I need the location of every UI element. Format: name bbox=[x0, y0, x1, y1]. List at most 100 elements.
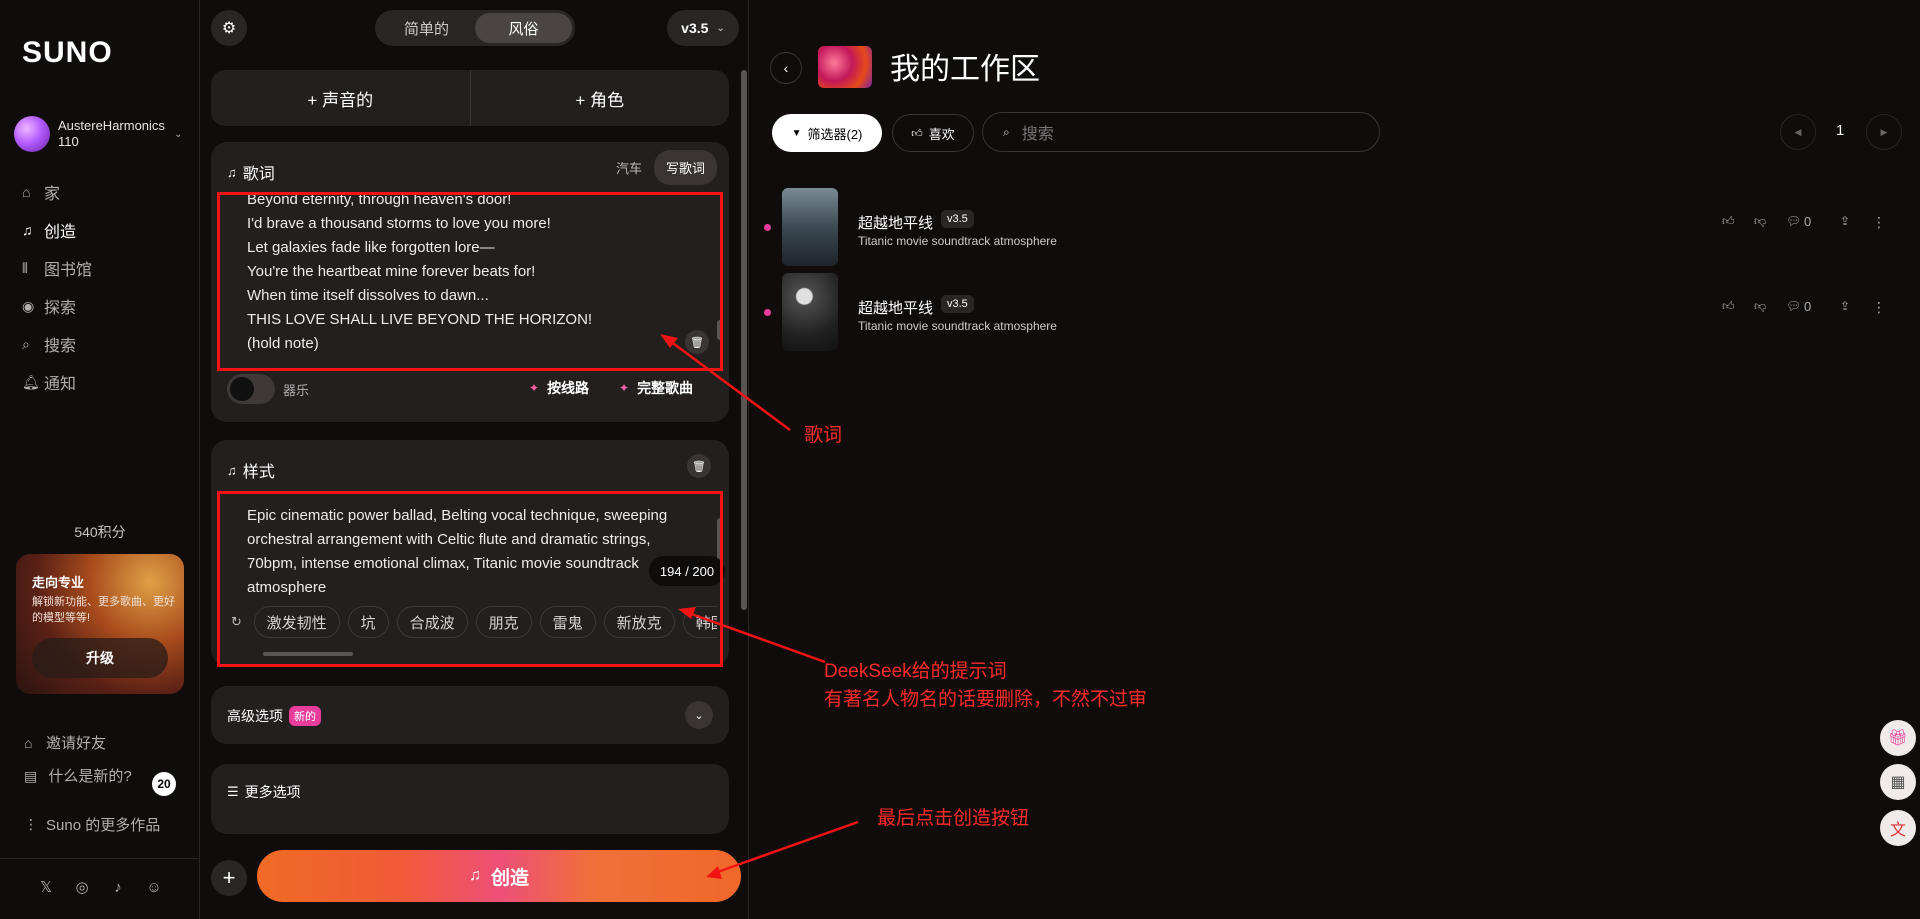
upgrade-button[interactable]: 升级 bbox=[32, 638, 168, 678]
thumbs-down-icon[interactable]: 👎︎ bbox=[1754, 299, 1766, 314]
x-icon[interactable]: 𝕏 bbox=[36, 878, 56, 898]
nav-explore[interactable]: ◉ 探索 bbox=[22, 290, 182, 322]
filter-button[interactable]: ▼ 筛选器(2) bbox=[772, 114, 882, 152]
nav-label: 创造 bbox=[44, 224, 77, 241]
divider bbox=[0, 858, 200, 859]
nav-label: 通知 bbox=[44, 376, 77, 393]
tab-auto[interactable]: 汽车 bbox=[616, 158, 642, 177]
lyrics-title: ♫ 歌词 bbox=[227, 160, 275, 184]
advanced-label: 高级选项 bbox=[227, 708, 283, 724]
credits: 540积分 bbox=[74, 524, 126, 540]
pro-desc: 解锁新功能、更多歌曲、更好的模型等等! bbox=[32, 596, 175, 624]
whats-new-label: 什么是新的? bbox=[48, 767, 132, 785]
tab-simple[interactable]: 简单的 bbox=[378, 13, 475, 43]
like-filter-button[interactable]: 👍︎ 喜欢 bbox=[892, 114, 974, 152]
comment-icon[interactable]: 💬︎ bbox=[1786, 299, 1801, 313]
nav-search[interactable]: ⌕ 搜索 bbox=[22, 328, 182, 360]
create-panel: ⚙ 简单的 风俗 v3.5 ⌄ + 声音的 + 角色 ♫ 歌词 汽车 写歌词 Bey… bbox=[201, 0, 749, 919]
filter-label: 筛选器(2) bbox=[807, 126, 863, 142]
gift-icon: ⌂ bbox=[24, 734, 33, 751]
workspace-cover bbox=[818, 46, 872, 88]
thumbs-up-icon[interactable]: 👍︎ bbox=[1722, 214, 1735, 229]
apps-icon[interactable]: ▦ bbox=[1880, 764, 1916, 800]
compass-icon: ◉ bbox=[22, 297, 35, 314]
tiktok-icon[interactable]: ♪ bbox=[108, 878, 128, 898]
trash-icon[interactable]: 🗑︎ bbox=[687, 454, 711, 478]
music-note-icon: ♫ bbox=[468, 867, 481, 884]
add-persona-button[interactable]: + 角色 bbox=[471, 70, 730, 126]
panel-scrollbar[interactable] bbox=[741, 70, 747, 610]
nav-label: 搜索 bbox=[44, 338, 77, 355]
chevron-left-icon: ‹ bbox=[783, 60, 789, 76]
settings-button[interactable]: ⚙ bbox=[211, 10, 247, 46]
more-works[interactable]: ⋮ Suno 的更多作品 bbox=[24, 814, 184, 835]
add-audio-button[interactable]: + 声音的 bbox=[211, 70, 471, 126]
prev-page-button[interactable]: ◀ bbox=[1780, 114, 1816, 150]
instrumental-toggle[interactable] bbox=[227, 374, 275, 404]
avatar bbox=[14, 116, 50, 152]
add-row: + 声音的 + 角色 bbox=[211, 70, 729, 126]
advanced-options[interactable]: 高级选项 新的 ⌄ bbox=[211, 686, 729, 744]
song-row[interactable]: 超越地平线 v3.5 Titanic movie soundtrack atmo… bbox=[764, 273, 1904, 353]
song-cover[interactable] bbox=[782, 273, 838, 351]
song-cover[interactable] bbox=[782, 188, 838, 266]
more-vertical-icon[interactable]: ⋮ bbox=[1872, 299, 1886, 316]
nav-library[interactable]: ⫴ 图书馆 bbox=[22, 252, 182, 284]
comment-icon[interactable]: 💬︎ bbox=[1786, 214, 1801, 228]
more-vertical-icon[interactable]: ⋮ bbox=[1872, 214, 1886, 231]
more-options-label: 更多选项 bbox=[244, 784, 301, 800]
notification-count-badge: 20 bbox=[152, 772, 176, 796]
music-note-icon: ♫ bbox=[227, 462, 237, 478]
chevron-down-icon[interactable]: ⌄ bbox=[685, 701, 713, 729]
nav-create[interactable]: ♫ 创造 bbox=[22, 214, 182, 246]
next-page-button[interactable]: ▶ bbox=[1866, 114, 1902, 150]
whats-new[interactable]: ▤ 什么是新的? bbox=[24, 768, 144, 785]
search-field[interactable]: ⌕ 搜索 bbox=[982, 112, 1380, 152]
full-song-label: 完整歌曲 bbox=[637, 380, 694, 396]
annotation-lyrics: 歌词 bbox=[804, 425, 843, 446]
thumbs-up-icon[interactable]: 👍︎ bbox=[1722, 299, 1735, 314]
lyrics-icon: ♫ bbox=[227, 164, 237, 180]
pro-title: 走向专业 bbox=[32, 575, 85, 590]
suno-logo[interactable]: SUNO bbox=[22, 36, 113, 70]
plus-icon: + bbox=[222, 865, 236, 890]
invite-friends[interactable]: ⌂ 邀请好友 bbox=[24, 732, 184, 753]
more-options[interactable]: ☰ 更多选项 bbox=[211, 764, 729, 834]
style-highlight-box bbox=[217, 491, 723, 667]
search-icon: ⌕ bbox=[1003, 124, 1010, 139]
music-note-icon: ♫ bbox=[22, 222, 33, 238]
song-row[interactable]: 超越地平线 v3.5 Titanic movie soundtrack atmo… bbox=[764, 188, 1904, 268]
gift-icon[interactable]: 🎁︎ bbox=[1880, 720, 1916, 756]
back-button[interactable]: ‹ bbox=[770, 52, 802, 84]
discord-icon[interactable]: ☺ bbox=[144, 878, 164, 898]
thumbs-down-icon[interactable]: 👎︎ bbox=[1754, 214, 1766, 229]
version-select[interactable]: v3.5 ⌄ bbox=[667, 10, 739, 46]
style-title-label: 样式 bbox=[242, 464, 275, 481]
create-button[interactable]: ♫ 创造 bbox=[257, 850, 741, 902]
song-description: Titanic movie soundtrack atmosphere bbox=[858, 319, 1057, 333]
user-menu[interactable]: AustereHarmonics110 ⌄ bbox=[14, 114, 186, 154]
mode-switch: 简单的 风俗 bbox=[375, 10, 575, 46]
nav-notifications[interactable]: 🔔︎ 通知 bbox=[22, 366, 182, 398]
tab-custom[interactable]: 风俗 bbox=[475, 13, 572, 43]
share-icon[interactable]: ⇪ bbox=[1840, 299, 1850, 313]
nav-label: 图书馆 bbox=[44, 262, 93, 279]
comment-count: 0 bbox=[1804, 214, 1812, 229]
new-dot bbox=[764, 224, 771, 231]
full-song-button[interactable]: ✦ 完整歌曲 bbox=[619, 378, 693, 398]
search-icon: ⌕ bbox=[22, 335, 30, 352]
song-title[interactable]: 超越地平线 bbox=[858, 212, 933, 233]
song-version: v3.5 bbox=[941, 295, 974, 313]
filter-icon: ▼ bbox=[791, 127, 802, 139]
share-icon[interactable]: ⇪ bbox=[1840, 214, 1850, 228]
version-label: v3.5 bbox=[681, 20, 709, 36]
library-icon: ⫴ bbox=[22, 259, 28, 276]
song-version: v3.5 bbox=[941, 210, 974, 228]
song-title[interactable]: 超越地平线 bbox=[858, 297, 933, 318]
nav-home[interactable]: ⌂ 家 bbox=[22, 176, 182, 208]
by-line-button[interactable]: ✦ 按线路 bbox=[529, 378, 589, 398]
translate-icon[interactable]: 文 bbox=[1880, 810, 1916, 846]
add-button[interactable]: + bbox=[211, 860, 247, 896]
instagram-icon[interactable]: ◎ bbox=[72, 878, 92, 898]
tab-write-lyrics[interactable]: 写歌词 bbox=[653, 150, 717, 185]
